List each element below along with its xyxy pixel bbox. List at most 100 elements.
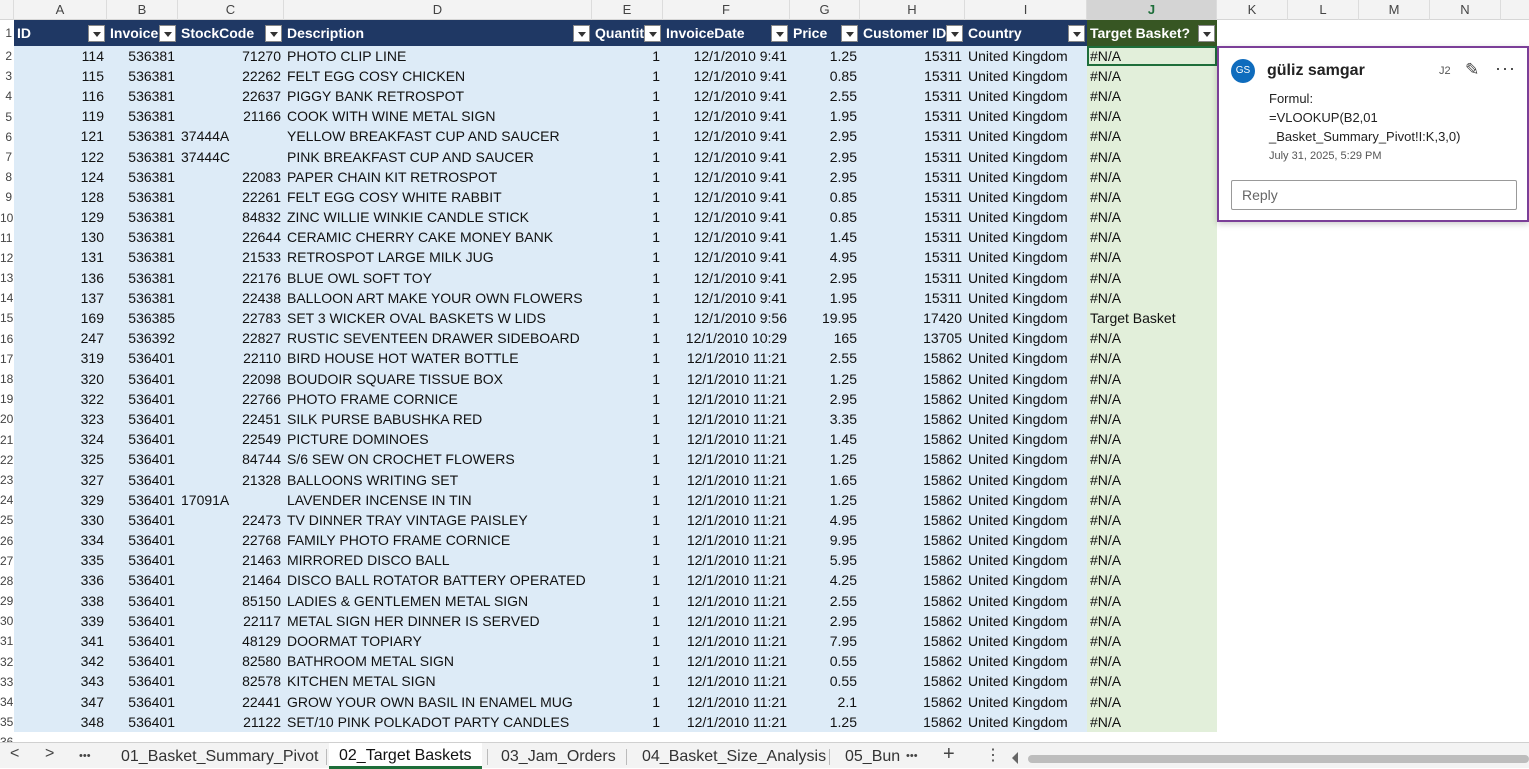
cell-id[interactable]: 336 <box>14 570 107 592</box>
cell-invoice[interactable]: 536381 <box>107 146 178 168</box>
cell-description[interactable]: MIRRORED DISCO BALL <box>284 550 592 571</box>
row-header[interactable]: 9 <box>0 187 14 207</box>
row-header[interactable]: 36 <box>0 732 14 742</box>
row-header[interactable]: 12 <box>0 248 14 268</box>
dropdown-arrow-icon[interactable] <box>1068 25 1085 42</box>
cell-invoicedate[interactable]: 12/1/2010 11:21 <box>663 490 790 511</box>
cell-price[interactable]: 3.35 <box>790 409 860 430</box>
cell-id[interactable]: 119 <box>14 106 107 127</box>
cell-customer-id[interactable]: 15311 <box>860 167 965 188</box>
cell-price[interactable]: 2.95 <box>790 389 860 410</box>
column-header-e[interactable]: E <box>592 0 663 20</box>
cell-country[interactable]: United Kingdom <box>965 369 1087 390</box>
cell-customer-id[interactable]: 15862 <box>860 671 965 692</box>
cell-country[interactable]: United Kingdom <box>965 510 1087 531</box>
column-header-h[interactable]: H <box>860 0 965 20</box>
scroll-left-icon[interactable] <box>1012 752 1018 764</box>
row-header[interactable]: 27 <box>0 551 14 571</box>
cell-stockcode[interactable]: 22261 <box>178 187 284 208</box>
row-header[interactable]: 2 <box>0 46 14 66</box>
cell-quantity[interactable]: 1 <box>592 46 663 67</box>
cell-target-basket[interactable]: #N/A <box>1087 550 1217 571</box>
cell-invoicedate[interactable]: 12/1/2010 11:21 <box>663 348 790 369</box>
cell-country[interactable]: United Kingdom <box>965 308 1087 329</box>
cell-quantity[interactable]: 1 <box>592 288 663 309</box>
cell-country[interactable]: United Kingdom <box>965 227 1087 248</box>
cell-invoice[interactable]: 536401 <box>107 671 178 692</box>
row-header[interactable]: 4 <box>0 86 14 106</box>
cell-quantity[interactable]: 1 <box>592 611 663 632</box>
cell-stockcode[interactable]: 22766 <box>178 389 284 410</box>
cell-price[interactable]: 0.55 <box>790 651 860 672</box>
cell-description[interactable]: PIGGY BANK RETROSPOT <box>284 86 592 107</box>
cell-description[interactable]: FELT EGG COSY WHITE RABBIT <box>284 187 592 208</box>
cell-target-basket[interactable]: #N/A <box>1087 167 1217 188</box>
cell-customer-id[interactable]: 15862 <box>860 510 965 531</box>
cell-quantity[interactable]: 1 <box>592 167 663 188</box>
cell-target-basket[interactable]: #N/A <box>1087 187 1217 208</box>
cell-description[interactable]: TV DINNER TRAY VINTAGE PAISLEY <box>284 510 592 531</box>
cell-country[interactable]: United Kingdom <box>965 268 1087 289</box>
cell-invoice[interactable]: 536401 <box>107 550 178 571</box>
cell-quantity[interactable]: 1 <box>592 227 663 248</box>
cell-price[interactable]: 1.45 <box>790 429 860 450</box>
dropdown-arrow-icon[interactable] <box>841 25 858 42</box>
cell-customer-id[interactable]: 15311 <box>860 227 965 248</box>
cell-stockcode[interactable]: 82578 <box>178 671 284 692</box>
cell-id[interactable]: 342 <box>14 651 107 672</box>
cell-price[interactable]: 7.95 <box>790 631 860 652</box>
cell-quantity[interactable]: 1 <box>592 631 663 652</box>
cell-quantity[interactable]: 1 <box>592 510 663 531</box>
cell-customer-id[interactable]: 15311 <box>860 106 965 127</box>
cell-price[interactable]: 4.95 <box>790 247 860 269</box>
tabs-more-left-button[interactable]: ••• <box>79 750 91 762</box>
cell-description[interactable]: YELLOW BREAKFAST CUP AND SAUCER <box>284 126 592 147</box>
cell-price[interactable]: 5.95 <box>790 550 860 571</box>
cell-id[interactable]: 322 <box>14 389 107 410</box>
cell-id[interactable]: 121 <box>14 126 107 147</box>
row-header[interactable]: 23 <box>0 470 14 490</box>
cell-price[interactable]: 19.95 <box>790 308 860 329</box>
cell-id[interactable]: 325 <box>14 449 107 470</box>
column-header-l[interactable]: L <box>1288 0 1359 20</box>
cell-description[interactable]: FELT EGG COSY CHICKEN <box>284 66 592 87</box>
cell-invoicedate[interactable]: 12/1/2010 11:21 <box>663 671 790 692</box>
row-header[interactable]: 22 <box>0 450 14 470</box>
row-header[interactable]: 34 <box>0 692 14 712</box>
cell-quantity[interactable]: 1 <box>592 530 663 551</box>
cell-country[interactable]: United Kingdom <box>965 651 1087 672</box>
cell-id[interactable]: 131 <box>14 247 107 269</box>
cell-country[interactable]: United Kingdom <box>965 469 1087 491</box>
cell-stockcode[interactable]: 22098 <box>178 369 284 390</box>
row-header[interactable]: 32 <box>0 652 14 672</box>
cell-quantity[interactable]: 1 <box>592 126 663 147</box>
cell-country[interactable]: United Kingdom <box>965 712 1087 733</box>
cell-stockcode[interactable]: 22549 <box>178 429 284 450</box>
tab-bun[interactable]: 05_Bun <box>845 746 900 768</box>
cell-price[interactable]: 4.25 <box>790 570 860 592</box>
cell-invoicedate[interactable]: 12/1/2010 9:41 <box>663 167 790 188</box>
cell-country[interactable]: United Kingdom <box>965 631 1087 652</box>
cell-id[interactable]: 327 <box>14 469 107 491</box>
cell-price[interactable]: 2.95 <box>790 146 860 168</box>
cell-target-basket[interactable]: #N/A <box>1087 510 1217 531</box>
cell-customer-id[interactable]: 15862 <box>860 631 965 652</box>
row-header[interactable]: 11 <box>0 228 14 248</box>
row-header[interactable]: 17 <box>0 349 14 369</box>
cell-description[interactable]: FAMILY PHOTO FRAME CORNICE <box>284 530 592 551</box>
cell-customer-id[interactable]: 13705 <box>860 328 965 349</box>
cell-invoicedate[interactable]: 12/1/2010 11:21 <box>663 429 790 450</box>
cell-description[interactable]: BIRD HOUSE HOT WATER BOTTLE <box>284 348 592 369</box>
cell-price[interactable]: 2.1 <box>790 692 860 713</box>
cell-customer-id[interactable]: 15311 <box>860 86 965 107</box>
cell-customer-id[interactable]: 15311 <box>860 146 965 168</box>
cell-invoicedate[interactable]: 12/1/2010 11:21 <box>663 369 790 390</box>
cell-id[interactable]: 323 <box>14 409 107 430</box>
dropdown-arrow-icon[interactable] <box>771 25 788 42</box>
cell-stockcode[interactable]: 22768 <box>178 530 284 551</box>
header-country[interactable]: Country <box>965 20 1087 46</box>
cell-country[interactable]: United Kingdom <box>965 591 1087 612</box>
cell-invoicedate[interactable]: 12/1/2010 11:21 <box>663 570 790 592</box>
cell-target-basket[interactable]: #N/A <box>1087 631 1217 652</box>
row-header[interactable]: 7 <box>0 147 14 167</box>
